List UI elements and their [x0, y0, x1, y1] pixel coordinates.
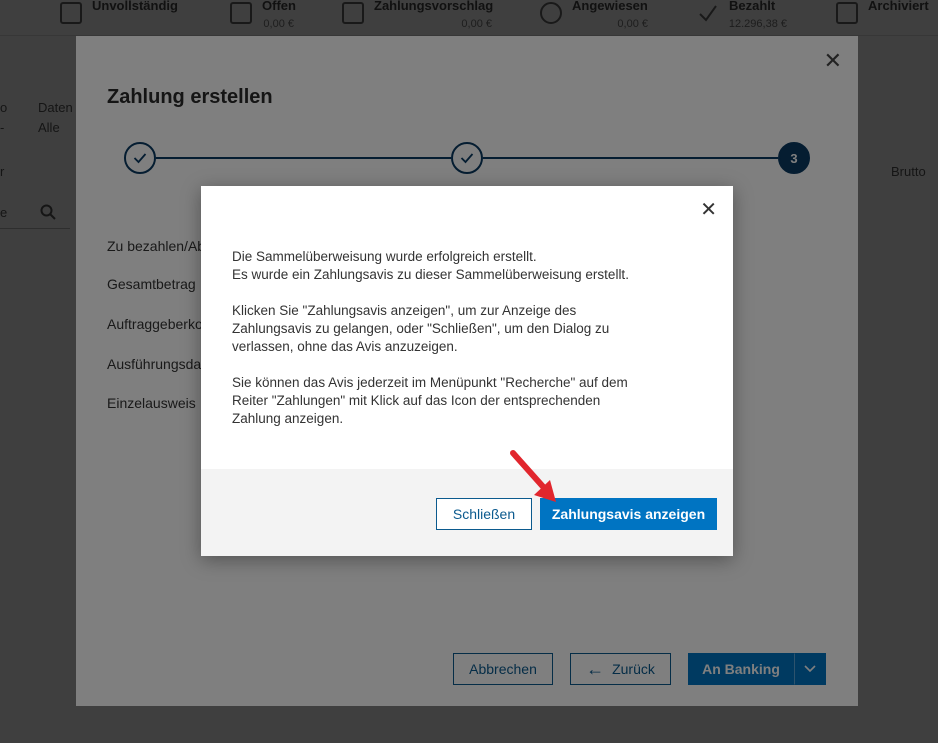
close-icon[interactable]: ✕: [700, 200, 717, 220]
confirmation-dialog: ✕ Die Sammelüberweisung wurde erfolgreic…: [201, 186, 733, 556]
message-paragraph: Die Sammelüberweisung wurde erfolgreich …: [232, 249, 629, 282]
annotation-arrow-icon: [510, 450, 556, 502]
dialog-message: Die Sammelüberweisung wurde erfolgreich …: [232, 248, 702, 446]
message-paragraph: Sie können das Avis jederzeit im Menüpun…: [232, 375, 628, 426]
dialog-footer: Schließen Zahlungsavis anzeigen: [201, 469, 733, 556]
message-paragraph: Klicken Sie "Zahlungsavis anzeigen", um …: [232, 303, 610, 354]
show-payment-advice-button[interactable]: Zahlungsavis anzeigen: [540, 498, 717, 530]
button-label: Schließen: [452, 506, 516, 522]
button-label: Zahlungsavis anzeigen: [551, 506, 706, 522]
